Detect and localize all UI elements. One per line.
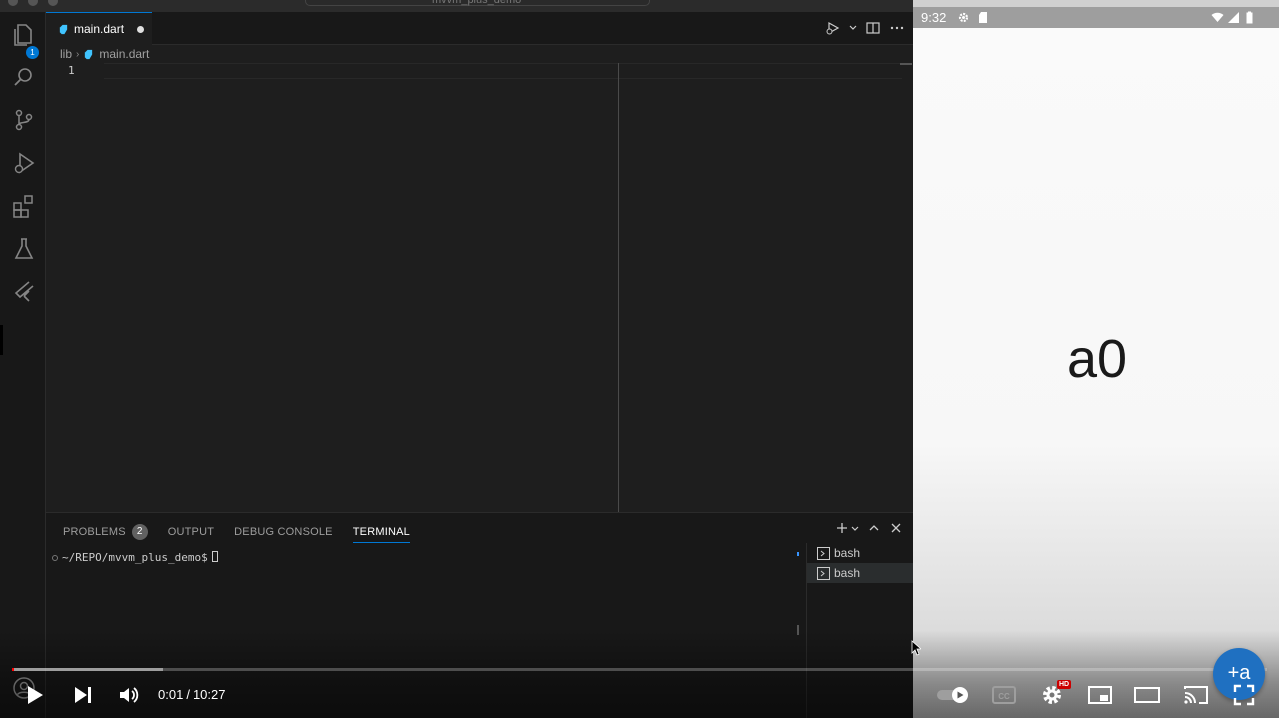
signal-icon <box>1228 12 1239 23</box>
editor-actions <box>825 20 905 36</box>
maximize-panel-icon[interactable] <box>867 521 881 535</box>
tab-terminal-label: TERMINAL <box>352 525 410 538</box>
current-line-highlight <box>104 63 902 79</box>
terminal-cursor <box>211 551 218 562</box>
close-window-icon[interactable] <box>8 0 18 6</box>
cast-icon[interactable] <box>1183 684 1209 706</box>
terminal-item-label: bash <box>834 546 861 560</box>
terminal-item-label: bash <box>834 566 861 580</box>
volume-icon[interactable] <box>118 684 140 706</box>
terminal-item[interactable]: bash <box>807 563 913 583</box>
editor-tab-bar: main.dart <box>46 12 913 45</box>
svg-text:CC: CC <box>998 692 1010 701</box>
chevron-down-icon[interactable] <box>849 20 857 36</box>
next-video-icon[interactable] <box>72 684 94 706</box>
dart-file-icon <box>85 49 93 59</box>
code-editor[interactable]: 1 <box>46 63 913 512</box>
scroll-marker <box>797 552 799 556</box>
play-icon[interactable] <box>24 684 46 706</box>
autoplay-toggle-icon[interactable] <box>936 686 970 704</box>
panel-actions <box>835 521 903 535</box>
explorer-badge: 1 <box>26 46 39 59</box>
window-edge <box>0 325 3 355</box>
vscode-window: mvvm_plus_demo 1 main.dart lib › main.da… <box>0 0 913 718</box>
status-bar: 9:32 <box>913 7 1279 28</box>
chevron-right-icon: › <box>76 48 80 60</box>
status-time: 9:32 <box>921 10 947 25</box>
theater-mode-icon[interactable] <box>1134 685 1160 705</box>
progress-loaded <box>12 668 163 671</box>
terminal-prompt: ~/REPO/mvvm_plus_demo$ <box>62 551 218 564</box>
mouse-cursor-icon <box>911 640 921 656</box>
battery-icon <box>1246 11 1253 24</box>
time-readout: 0:01/10:27 <box>158 687 225 702</box>
split-editor-icon[interactable] <box>865 20 881 36</box>
video-progress-bar[interactable] <box>12 668 1267 671</box>
android-emulator[interactable]: 9:32 a0 <box>913 0 1279 718</box>
time-separator: / <box>186 687 190 702</box>
search-icon[interactable] <box>11 64 37 90</box>
terminal-status-icon <box>52 555 58 561</box>
testing-icon[interactable] <box>11 236 37 262</box>
tab-label: main.dart <box>74 22 125 36</box>
minimap[interactable] <box>900 63 912 65</box>
chevron-down-icon[interactable] <box>851 521 859 535</box>
line-number: 1 <box>68 64 75 77</box>
breadcrumb-file[interactable]: main.dart <box>99 47 149 61</box>
tab-output[interactable]: OUTPUT <box>168 521 214 543</box>
duration: 10:27 <box>192 687 226 702</box>
close-panel-icon[interactable] <box>889 521 903 535</box>
activity-bar: 1 <box>0 12 46 718</box>
tab-debug-console-label: DEBUG CONSOLE <box>234 526 333 538</box>
counter-value: a0 <box>1066 329 1128 389</box>
tab-debug-console[interactable]: DEBUG CONSOLE <box>234 521 333 543</box>
progress-played <box>12 668 14 671</box>
captions-icon[interactable]: CC <box>991 685 1017 705</box>
miniplayer-icon[interactable] <box>1088 685 1112 705</box>
sd-card-icon <box>979 12 987 23</box>
tab-terminal[interactable]: TERMINAL <box>352 521 410 543</box>
terminal-prompt-text: ~/REPO/mvvm_plus_demo$ <box>62 551 208 564</box>
new-terminal-icon[interactable] <box>835 521 849 535</box>
editor-ruler <box>618 63 619 512</box>
panel-tabs: PROBLEMS 2 OUTPUT DEBUG CONSOLE TERMINAL <box>63 521 410 543</box>
tab-main-dart[interactable]: main.dart <box>46 12 152 45</box>
tab-problems-label: PROBLEMS <box>63 526 126 538</box>
tab-output-label: OUTPUT <box>167 526 215 538</box>
extensions-icon[interactable] <box>11 193 37 219</box>
minimize-window-icon[interactable] <box>28 0 38 6</box>
run-icon[interactable] <box>825 20 841 36</box>
run-debug-icon[interactable] <box>11 150 37 176</box>
current-time: 0:01 <box>158 687 184 702</box>
flutter-icon[interactable] <box>11 279 37 305</box>
hd-badge: HD <box>1057 680 1072 689</box>
breadcrumb: lib › main.dart <box>46 45 913 63</box>
window-title: mvvm_plus_demo <box>432 0 522 6</box>
settings-icon <box>958 12 969 23</box>
explorer-icon[interactable] <box>11 21 37 47</box>
breadcrumb-folder[interactable]: lib <box>60 47 72 61</box>
source-control-icon[interactable] <box>11 107 37 133</box>
counter-text: a0 <box>913 328 1279 390</box>
tab-problems[interactable]: PROBLEMS 2 <box>63 521 148 543</box>
problems-count-badge: 2 <box>131 524 148 540</box>
unsaved-dot-icon[interactable] <box>137 25 145 33</box>
maximize-window-icon[interactable] <box>48 0 58 6</box>
dart-file-icon <box>59 24 68 34</box>
terminal-icon <box>817 546 830 560</box>
terminal-item[interactable]: bash <box>807 543 913 563</box>
title-bar: mvvm_plus_demo <box>0 0 913 12</box>
terminal-icon <box>817 566 830 580</box>
more-actions-icon[interactable] <box>889 20 905 36</box>
wifi-icon <box>1211 12 1224 22</box>
fullscreen-icon[interactable] <box>1233 684 1255 706</box>
emulator-frame <box>913 0 1279 7</box>
